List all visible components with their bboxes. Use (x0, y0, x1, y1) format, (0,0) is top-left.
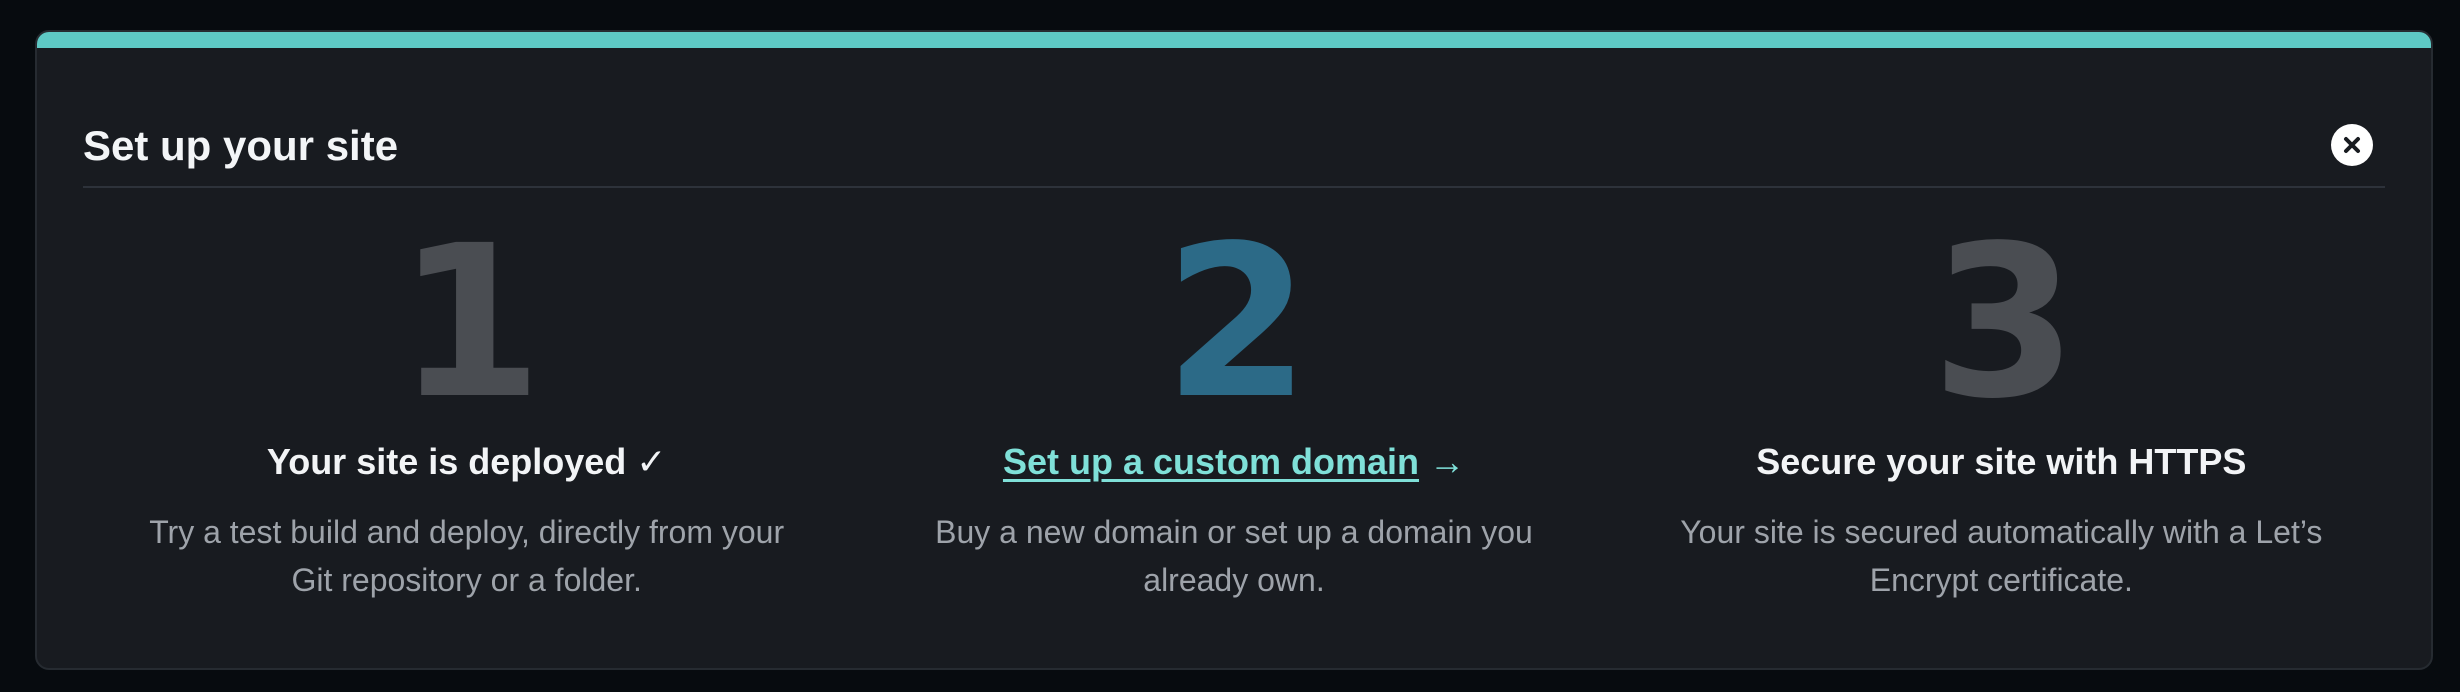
steps-row: 1 Your site is deployed ✓ Try a test bui… (83, 188, 2385, 628)
step-2: 2 Set up a custom domain → Buy a new doma… (850, 188, 1617, 628)
checkmark-icon: ✓ (636, 441, 667, 482)
step-heading: Secure your site with HTTPS (1618, 438, 2385, 486)
step-description: Your site is secured automatically with … (1658, 508, 2345, 604)
step-description-line: Your site is secured automatically with … (1680, 514, 2323, 550)
step-heading: Your site is deployed ✓ (83, 438, 850, 486)
step-heading: Set up a custom domain → (850, 438, 1617, 486)
arrow-right-icon[interactable]: → (1429, 441, 1465, 482)
step-description: Try a test build and deploy, directly fr… (123, 508, 810, 604)
custom-domain-link[interactable]: Set up a custom domain (1003, 441, 1419, 482)
step-description-line: Try a test build and deploy, directly fr… (149, 514, 785, 550)
panel-title: Set up your site (83, 122, 399, 169)
close-button[interactable] (2331, 124, 2373, 166)
step-1: 1 Your site is deployed ✓ Try a test bui… (83, 188, 850, 628)
step-description-line: Encrypt certificate. (1869, 562, 2133, 598)
step-description-line: Git repository or a folder. (291, 562, 642, 598)
step-3: 3 Secure your site with HTTPS Your site … (1618, 188, 2385, 628)
step-number: 1 (396, 200, 543, 445)
step-description-line: Buy a new domain or set up a domain you (935, 514, 1533, 550)
close-icon (2344, 137, 2360, 153)
panel-header: Set up your site (83, 88, 2385, 188)
step-number: 2 (1163, 200, 1310, 445)
accent-bar (37, 32, 2431, 48)
step-description: Buy a new domain or set up a domain you … (890, 508, 1577, 604)
setup-panel: Set up your site 1 Your site is deployed… (35, 30, 2433, 670)
step-heading-text: Your site is deployed (266, 441, 627, 482)
step-heading-text: Secure your site with HTTPS (1756, 441, 2247, 482)
step-description-line: already own. (1143, 562, 1325, 598)
step-number: 3 (1931, 200, 2077, 445)
